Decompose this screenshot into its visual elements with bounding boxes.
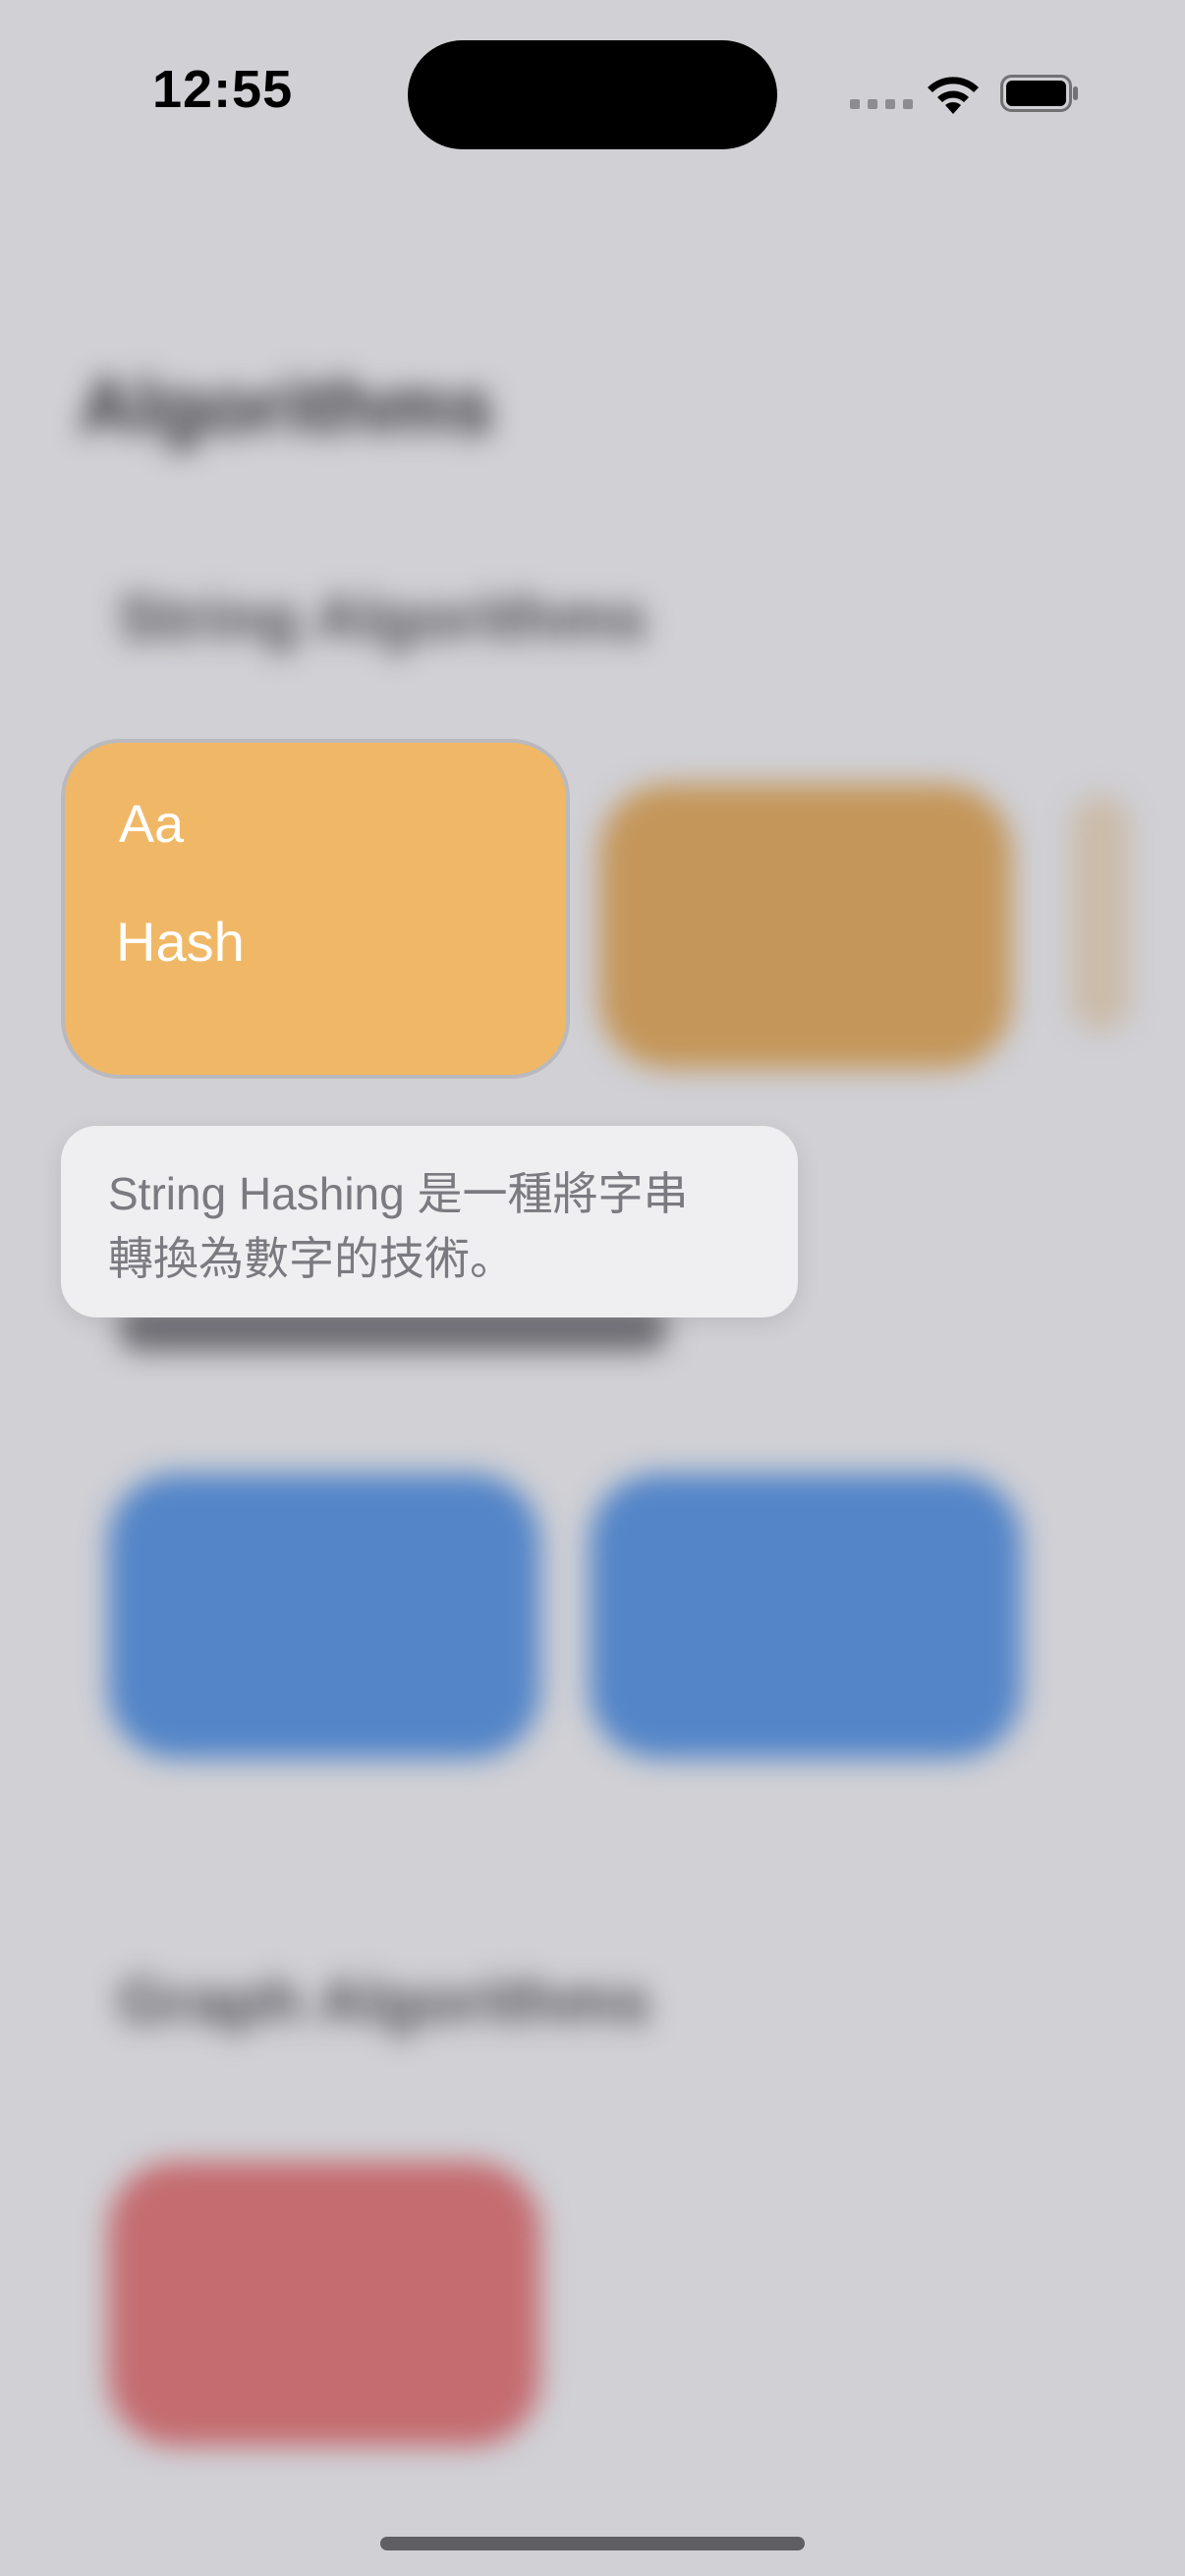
card-blurred — [108, 1474, 540, 1759]
page-title-blurred: Algorithms — [79, 363, 494, 450]
section-header-blurred: String Algorithms — [118, 583, 648, 653]
home-indicator[interactable] — [380, 2537, 805, 2550]
popover-text-line1: String Hashing 是一種將字串 — [108, 1168, 689, 1219]
dynamic-island — [408, 40, 777, 149]
wifi-icon — [928, 77, 979, 114]
section-header-blurred: Graph Algorithms — [118, 1966, 650, 2037]
card-title: Hash — [116, 911, 245, 973]
popover-text-line2: 轉換為數字的技術。 — [108, 1233, 515, 1284]
card-blurred — [590, 1474, 1022, 1759]
hash-algorithm-card[interactable]: Aa Hash — [65, 743, 566, 1075]
cellular-signal-icon — [850, 99, 913, 109]
status-time: 12:55 — [152, 60, 294, 119]
card-blurred — [1071, 796, 1130, 1032]
card-icon-text: Aa — [119, 795, 185, 854]
battery-icon — [1000, 75, 1078, 112]
card-blurred — [599, 784, 1012, 1069]
description-popover: String Hashing 是一種將字串 轉換為數字的技術。 — [61, 1126, 798, 1317]
card-blurred — [108, 2161, 540, 2446]
